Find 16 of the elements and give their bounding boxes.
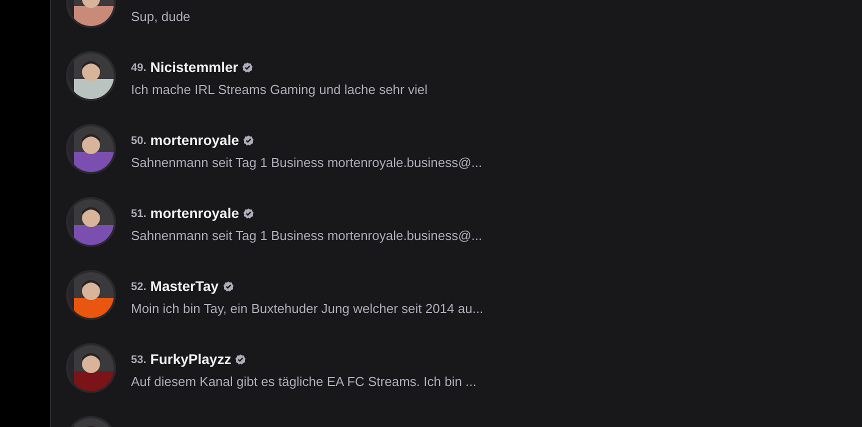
channel-description: Sahnenmann seit Tag 1 Business mortenroyale.business@... [131,155,482,170]
rank-number: 52. [131,281,146,293]
channel-name[interactable]: mortenroyale [150,205,239,221]
channel-description: Moin ich bin Tay, ein Buxtehuder Jung welcher seit 2014 au... [131,301,484,316]
channel-name[interactable]: mortenroyale [150,132,239,148]
channel-description: Sup, dude [131,9,190,24]
channel-description: Ich mache IRL Streams Gaming und lache sehr viel [131,82,428,97]
channel-description: Sahnenmann seit Tag 1 Business mortenroyale.business@... [131,228,482,243]
rank-number: 49. [131,62,146,74]
channel-description: Auf diesem Kanal gibt es tägliche EA FC Streams. Ich bin ... [131,374,476,389]
channel-name[interactable]: FurkyPlayzz [150,351,232,367]
rank-number: 50. [131,135,146,147]
rank-number: 53. [131,354,146,366]
rank-number: 51. [131,208,146,220]
channel-name[interactable]: Nicistemmler [150,59,238,75]
channel-name[interactable]: MasterTay [150,278,219,294]
